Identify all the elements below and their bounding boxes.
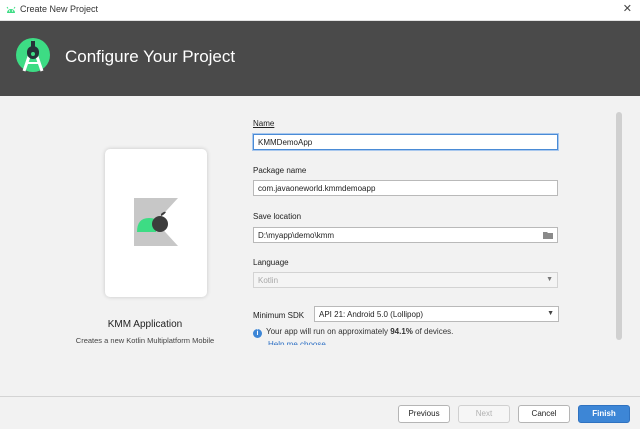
language-value: Kotlin	[258, 276, 279, 285]
info-percent: 94.1%	[390, 327, 413, 336]
template-card	[105, 149, 207, 297]
info-prefix: Your app will run on approximately	[266, 327, 391, 336]
save-location-value: D:\myapp\demo\kmm	[258, 231, 335, 240]
language-select[interactable]: Kotlin ▼	[253, 272, 558, 288]
vertical-scrollbar[interactable]	[616, 112, 622, 340]
wizard-footer: Previous Next Cancel Finish	[0, 396, 640, 429]
window-title: Create New Project	[20, 4, 99, 14]
name-label: Name	[253, 119, 275, 128]
android-icon	[6, 6, 16, 13]
info-suffix: of devices.	[412, 327, 454, 336]
template-description: Creates a new Kotlin Multiplatform Mobil…	[75, 336, 215, 345]
minimum-sdk-label: Minimum SDK	[253, 311, 305, 320]
template-name: KMM Application	[107, 319, 183, 330]
folder-icon[interactable]	[543, 231, 553, 239]
save-location-label: Save location	[253, 212, 302, 221]
window-titlebar: Create New Project ✕	[0, 0, 640, 21]
device-coverage-info: i Your app will run on approximately 94.1…	[253, 327, 453, 338]
kmm-icon	[134, 198, 178, 246]
info-icon: i	[253, 329, 262, 338]
wizard-header: Configure Your Project	[0, 21, 640, 96]
package-name-input[interactable]: com.javaoneworld.kmmdemoapp	[253, 180, 558, 196]
chevron-down-icon: ▼	[546, 276, 553, 283]
save-location-input[interactable]: D:\myapp\demo\kmm	[253, 227, 558, 243]
finish-button[interactable]: Finish	[578, 405, 630, 423]
previous-button[interactable]: Previous	[398, 405, 450, 423]
page-title: Configure Your Project	[65, 47, 236, 66]
next-button[interactable]: Next	[458, 405, 510, 423]
package-name-label: Package name	[253, 166, 307, 175]
name-input[interactable]: KMMDemoApp	[253, 134, 558, 150]
chevron-down-icon: ▼	[547, 310, 554, 317]
android-studio-logo	[16, 38, 50, 72]
language-label: Language	[253, 258, 289, 267]
minimum-sdk-select[interactable]: API 21: Android 5.0 (Lollipop) ▼	[314, 306, 559, 322]
help-me-choose-link[interactable]: Help me choose	[268, 340, 326, 345]
close-icon[interactable]: ✕	[623, 2, 632, 15]
minimum-sdk-value: API 21: Android 5.0 (Lollipop)	[319, 310, 424, 319]
cancel-button[interactable]: Cancel	[518, 405, 570, 423]
